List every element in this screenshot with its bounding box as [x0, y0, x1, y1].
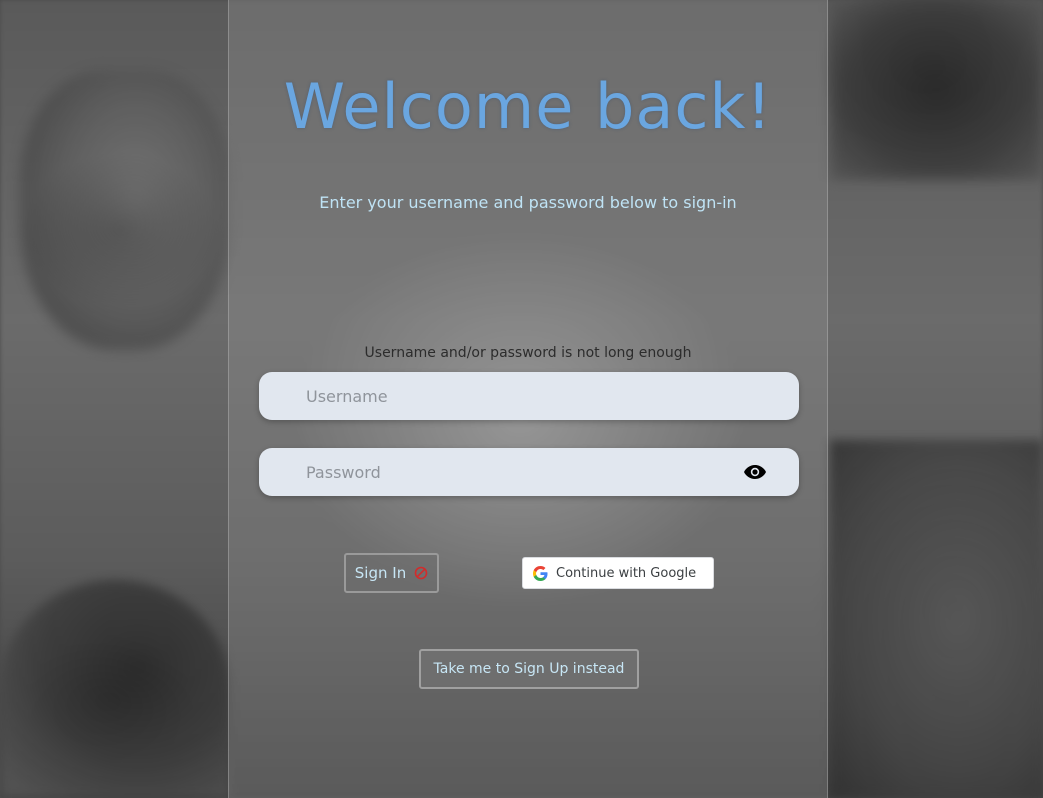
username-input[interactable]: [306, 372, 726, 420]
sign-up-label: Take me to Sign Up instead: [433, 661, 625, 677]
username-field-container: [259, 372, 799, 420]
password-input[interactable]: [306, 448, 726, 496]
background-sweater-right: [830, 440, 1043, 798]
page-title: Welcome back!: [283, 70, 773, 143]
background-cup-bottom: [0, 580, 230, 798]
sign-up-instead-button[interactable]: Take me to Sign Up instead: [419, 649, 639, 689]
password-field-container: [259, 448, 799, 496]
eye-icon[interactable]: [743, 462, 767, 482]
sign-in-label: Sign In: [354, 564, 407, 582]
page-subtitle: Enter your username and password below t…: [319, 193, 737, 212]
google-button-label: Continue with Google: [556, 565, 697, 581]
no-entry-icon: [414, 566, 428, 580]
login-panel: Welcome back! Enter your username and pa…: [228, 0, 828, 798]
continue-with-google-button[interactable]: Continue with Google: [522, 557, 714, 589]
background-cup-left: [20, 70, 230, 350]
validation-error-message: Username and/or password is not long eno…: [364, 345, 692, 361]
background-object-right: [830, 0, 1043, 180]
google-logo-icon: [533, 565, 548, 581]
sign-in-button[interactable]: Sign In: [344, 553, 439, 593]
